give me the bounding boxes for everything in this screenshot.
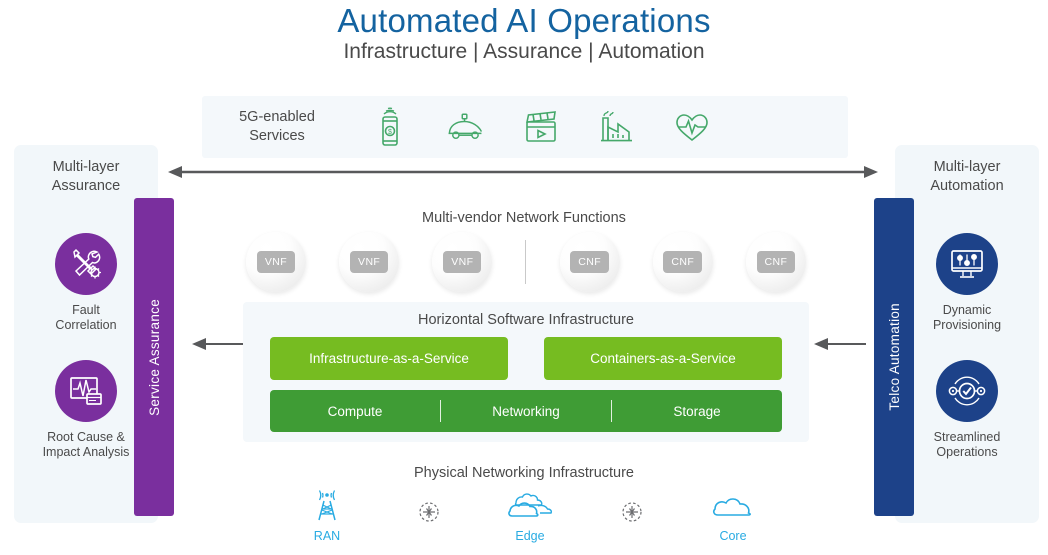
page-title: Automated AI Operations bbox=[337, 2, 711, 39]
physical-node-core[interactable]: Core bbox=[696, 487, 770, 543]
fault-correlation-line1: Fault bbox=[72, 303, 100, 317]
monitor-waveform-icon bbox=[55, 360, 117, 422]
network-functions-row: VNF VNF VNF CNF CNF CNF bbox=[246, 232, 806, 292]
root-cause-line2: Impact Analysis bbox=[42, 445, 130, 459]
right-panel-title-line2: Automation bbox=[930, 178, 1004, 194]
monitor-sliders-icon bbox=[936, 233, 998, 295]
streamlined-operations-line2: Operations bbox=[936, 445, 998, 459]
network-functions-title: Multi-vendor Network Functions bbox=[422, 210, 626, 226]
left-inner-arrow bbox=[192, 337, 244, 351]
root-cause-line1: Root Cause & bbox=[47, 430, 125, 444]
dynamic-provisioning-line1: Dynamic bbox=[942, 303, 992, 317]
right-panel-title: Multi-layer Automation bbox=[895, 158, 1039, 196]
iaas-box[interactable]: Infrastructure-as-a-Service bbox=[270, 337, 508, 380]
service-assurance-label: Service Assurance bbox=[146, 298, 162, 416]
resource-compute[interactable]: Compute bbox=[270, 404, 440, 419]
physical-node-core-label: Core bbox=[719, 529, 747, 543]
wrench-gear-icon bbox=[55, 233, 117, 295]
caas-box[interactable]: Containers-as-a-Service bbox=[544, 337, 782, 380]
diagram-canvas: Automated AI Operations Infrastructure |… bbox=[0, 0, 1048, 555]
physical-node-ran-label: RAN bbox=[313, 529, 341, 543]
services-bar: 5G-enabled Services $ bbox=[202, 96, 848, 158]
cloud-cluster-icon bbox=[493, 487, 567, 527]
physical-infrastructure-row: RAN Edge Core bbox=[290, 487, 770, 549]
fault-correlation-line2: Correlation bbox=[55, 318, 117, 332]
network-function-label: VNF bbox=[256, 251, 296, 273]
physical-infrastructure-title: Physical Networking Infrastructure bbox=[414, 465, 634, 481]
resource-bar: Compute Networking Storage bbox=[270, 390, 782, 432]
network-function-item[interactable]: CNF bbox=[652, 232, 713, 292]
network-function-label: VNF bbox=[350, 251, 389, 273]
left-panel-title: Multi-layer Assurance bbox=[14, 158, 158, 196]
badge-streamlined-operations[interactable]: Streamlined Operations bbox=[895, 360, 1039, 460]
badge-dynamic-provisioning-caption: Dynamic Provisioning bbox=[895, 303, 1039, 333]
network-function-label: CNF bbox=[663, 251, 703, 273]
media-clapperboard-icon bbox=[520, 105, 562, 149]
services-icon-list: $ bbox=[352, 105, 848, 149]
network-function-item[interactable]: CNF bbox=[745, 232, 806, 292]
resource-storage[interactable]: Storage bbox=[612, 404, 782, 419]
network-function-item[interactable]: CNF bbox=[559, 232, 620, 292]
streamlined-operations-line1: Streamlined bbox=[933, 430, 1001, 444]
network-function-item[interactable]: VNF bbox=[339, 232, 400, 292]
cloud-icon bbox=[696, 487, 770, 527]
resource-networking[interactable]: Networking bbox=[441, 404, 611, 419]
physical-node-edge[interactable]: Edge bbox=[493, 487, 567, 543]
factory-icon bbox=[596, 105, 638, 149]
services-label-line1: 5G-enabled bbox=[239, 109, 315, 125]
autonomous-car-icon bbox=[444, 105, 486, 149]
right-panel-title-line1: Multi-layer bbox=[933, 159, 1001, 175]
network-function-item[interactable]: VNF bbox=[246, 232, 306, 292]
bidirectional-arrow bbox=[168, 165, 878, 179]
services-label: 5G-enabled Services bbox=[202, 108, 352, 146]
horizontal-software-infrastructure-panel: Horizontal Software Infrastructure Infra… bbox=[243, 302, 809, 442]
svg-text:$: $ bbox=[388, 129, 392, 136]
network-function-label: VNF bbox=[443, 251, 482, 273]
services-label-line2: Services bbox=[249, 128, 305, 144]
dynamic-provisioning-line2: Provisioning bbox=[932, 318, 1002, 332]
software-infrastructure-title: Horizontal Software Infrastructure bbox=[418, 312, 634, 328]
mobile-payment-icon: $ bbox=[369, 105, 411, 149]
left-panel-title-line1: Multi-layer bbox=[52, 159, 120, 175]
badge-dynamic-provisioning[interactable]: Dynamic Provisioning bbox=[895, 233, 1039, 333]
healthcare-heart-icon bbox=[671, 105, 713, 149]
network-node-icon bbox=[406, 487, 452, 525]
software-services-row: Infrastructure-as-a-Service Containers-a… bbox=[243, 337, 809, 380]
network-function-label: CNF bbox=[756, 251, 796, 273]
page-subtitle: Infrastructure | Assurance | Automation bbox=[343, 40, 705, 63]
network-functions-divider bbox=[525, 240, 527, 284]
right-inner-arrow bbox=[814, 337, 866, 351]
left-panel-title-line2: Assurance bbox=[51, 178, 121, 194]
network-function-label: CNF bbox=[570, 251, 610, 273]
telco-automation-label: Telco Automation bbox=[886, 303, 902, 411]
network-node-icon bbox=[609, 487, 655, 525]
check-orbit-icon bbox=[936, 360, 998, 422]
network-function-item[interactable]: VNF bbox=[432, 232, 493, 292]
cell-tower-icon bbox=[290, 487, 364, 527]
badge-streamlined-operations-caption: Streamlined Operations bbox=[895, 430, 1039, 460]
physical-node-ran[interactable]: RAN bbox=[290, 487, 364, 543]
physical-node-edge-label: Edge bbox=[515, 529, 545, 543]
